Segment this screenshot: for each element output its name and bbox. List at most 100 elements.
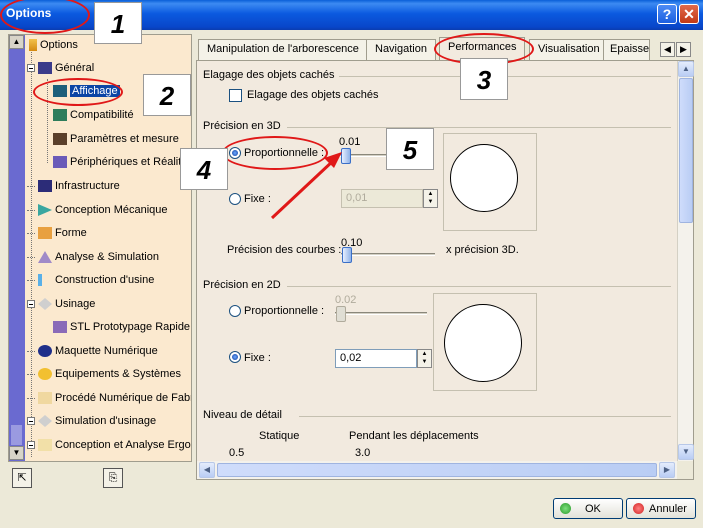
tree-item-simulation[interactable]: Simulation d'usinage bbox=[27, 415, 156, 427]
tree-item-ergonomie[interactable]: Conception et Analyse Ergor bbox=[27, 439, 191, 451]
export-options-icon[interactable]: ⎘ bbox=[103, 468, 123, 488]
precision2d-fixed-spinner[interactable]: ▲ ▼ bbox=[417, 349, 432, 368]
curves-suffix: x précision 3D. bbox=[446, 244, 519, 256]
annotation-4: 4 bbox=[180, 148, 228, 190]
tree-scrollbar[interactable]: ▲ ▼ bbox=[9, 35, 25, 461]
compatibility-icon bbox=[53, 109, 67, 121]
shape-icon bbox=[38, 227, 52, 239]
content-scroll-left-button[interactable]: ◀ bbox=[199, 462, 215, 478]
tree-scroll-thumb[interactable] bbox=[11, 425, 22, 445]
tree-item-equipements[interactable]: Equipements & Systèmes bbox=[27, 368, 181, 380]
tree-item-forme[interactable]: Forme bbox=[27, 227, 87, 239]
tree-item-procede[interactable]: Procédé Numérique de Fabri bbox=[27, 392, 191, 404]
reset-options-icon[interactable]: ⇱ bbox=[12, 468, 32, 488]
analysis-icon bbox=[38, 251, 52, 263]
content-scroll-down-button[interactable]: ▼ bbox=[678, 444, 694, 460]
tab-visualisation[interactable]: Visualisation bbox=[529, 39, 609, 60]
stl-icon bbox=[53, 321, 67, 333]
precision2d-fixed-label: Fixe : bbox=[244, 352, 271, 364]
tab-navigation[interactable]: Navigation bbox=[366, 39, 436, 60]
cancel-button[interactable]: Annuler bbox=[626, 498, 696, 519]
expand-icon[interactable] bbox=[27, 441, 35, 449]
tab-manipulation[interactable]: Manipulation de l'arborescence bbox=[198, 39, 368, 60]
help-button[interactable]: ? bbox=[657, 4, 677, 24]
ergonomics-icon bbox=[38, 439, 52, 451]
precision2d-proportional-radio[interactable] bbox=[229, 305, 241, 317]
precision2d-fixed-radio[interactable] bbox=[229, 351, 241, 363]
culling-checkbox[interactable] bbox=[229, 89, 242, 102]
cancel-icon bbox=[633, 503, 644, 514]
tree-item-compatibilite[interactable]: Compatibilité bbox=[53, 109, 134, 121]
content-vertical-scrollbar[interactable]: ▲ ▼ bbox=[677, 61, 694, 461]
content-scroll-right-button[interactable]: ▶ bbox=[659, 462, 675, 478]
tree-item-general[interactable]: Général bbox=[27, 62, 94, 74]
annotation-5: 5 bbox=[386, 128, 434, 170]
collapse-icon[interactable] bbox=[27, 300, 35, 308]
precision3d-fixed-input[interactable]: 0,01 bbox=[341, 189, 423, 208]
content-scroll-up-button[interactable]: ▲ bbox=[678, 61, 694, 77]
performances-panel: Elagage des objets cachés Elagage des ob… bbox=[196, 60, 694, 480]
precision3d-slider-value: 0.01 bbox=[339, 136, 361, 148]
tree-scroll-up-button[interactable]: ▲ bbox=[9, 35, 24, 49]
tree-item-peripheriques[interactable]: Périphériques et Réalité bbox=[53, 156, 187, 168]
precision3d-slider-thumb[interactable] bbox=[341, 148, 351, 164]
tree-item-usinage[interactable]: Usinage bbox=[27, 298, 95, 310]
parameters-icon bbox=[53, 133, 67, 145]
ok-button[interactable]: OK bbox=[553, 498, 623, 519]
annotation-ellipse-proportionnelle bbox=[222, 136, 328, 170]
collapse-icon[interactable] bbox=[27, 64, 35, 72]
annotation-3: 3 bbox=[460, 58, 508, 100]
curves-precision-label: Précision des courbes : bbox=[227, 244, 342, 256]
simulation-icon bbox=[38, 415, 52, 427]
content-horizontal-thumb[interactable] bbox=[217, 463, 657, 477]
manufacturing-icon bbox=[38, 392, 52, 404]
detail-static-label: Statique bbox=[259, 430, 300, 442]
detail-moving-label: Pendant les déplacements bbox=[349, 430, 479, 442]
precision3d-preview-circle bbox=[450, 144, 518, 212]
curves-slider-track[interactable] bbox=[341, 253, 435, 256]
annotation-ellipse-affichage bbox=[33, 78, 123, 106]
content-horizontal-scrollbar[interactable]: ◀ ▶ bbox=[197, 461, 677, 479]
performances-content: Elagage des objets cachés Elagage des ob… bbox=[197, 61, 677, 461]
tree-item-conception-mecanique[interactable]: Conception Mécanique bbox=[27, 204, 168, 216]
culling-section-title: Elagage des objets cachés bbox=[203, 69, 335, 81]
tree-root-options[interactable]: Options bbox=[29, 39, 78, 51]
close-button[interactable]: ✕ bbox=[679, 4, 699, 24]
expand-icon[interactable] bbox=[27, 417, 35, 425]
devices-icon bbox=[53, 156, 67, 168]
precision3d-section-title: Précision en 3D bbox=[203, 120, 281, 132]
precision2d-preview-circle bbox=[444, 304, 522, 382]
tab-scroll-left-button[interactable]: ◀ bbox=[660, 42, 675, 57]
content-vertical-thumb[interactable] bbox=[679, 78, 693, 223]
tree-item-infrastructure[interactable]: Infrastructure bbox=[27, 180, 120, 192]
options-root-icon bbox=[29, 39, 37, 51]
tree-scroll-down-button[interactable]: ▼ bbox=[9, 446, 24, 460]
precision2d-slider-track[interactable] bbox=[335, 312, 427, 315]
tree-item-stl[interactable]: STL Prototypage Rapide bbox=[53, 321, 190, 333]
precision3d-fixed-spinner[interactable]: ▲ ▼ bbox=[423, 189, 438, 208]
infrastructure-icon bbox=[38, 180, 52, 192]
precision3d-fixed-label: Fixe : bbox=[244, 193, 271, 205]
precision3d-fixed-radio[interactable] bbox=[229, 193, 241, 205]
precision2d-slider-thumb[interactable] bbox=[336, 306, 346, 322]
curves-slider-thumb[interactable] bbox=[342, 247, 352, 263]
machining-icon bbox=[38, 298, 52, 310]
tree-item-maquette[interactable]: Maquette Numérique bbox=[27, 345, 158, 357]
tab-scroll-right-button[interactable]: ▶ bbox=[676, 42, 691, 57]
tab-epaisseur[interactable]: Epaisse bbox=[603, 39, 650, 60]
detail-moving-value: 3.0 bbox=[355, 447, 371, 459]
precision2d-slider-value: 0.02 bbox=[335, 294, 357, 306]
detail-static-value: 0.5 bbox=[229, 447, 245, 459]
precision2d-preview-box bbox=[433, 293, 537, 391]
annotation-1: 1 bbox=[94, 2, 142, 44]
tree-item-analyse[interactable]: Analyse & Simulation bbox=[27, 251, 159, 263]
equipment-icon bbox=[38, 368, 52, 380]
tree-item-parametres[interactable]: Paramètres et mesure bbox=[53, 133, 179, 145]
ok-icon bbox=[560, 503, 571, 514]
detail-section-title: Niveau de détail bbox=[203, 409, 282, 421]
annotation-2: 2 bbox=[143, 74, 191, 116]
tree-item-construction[interactable]: Construction d'usine bbox=[27, 274, 154, 286]
general-icon bbox=[38, 62, 52, 74]
precision2d-fixed-input[interactable]: 0,02 bbox=[335, 349, 417, 368]
plant-icon bbox=[38, 274, 42, 286]
